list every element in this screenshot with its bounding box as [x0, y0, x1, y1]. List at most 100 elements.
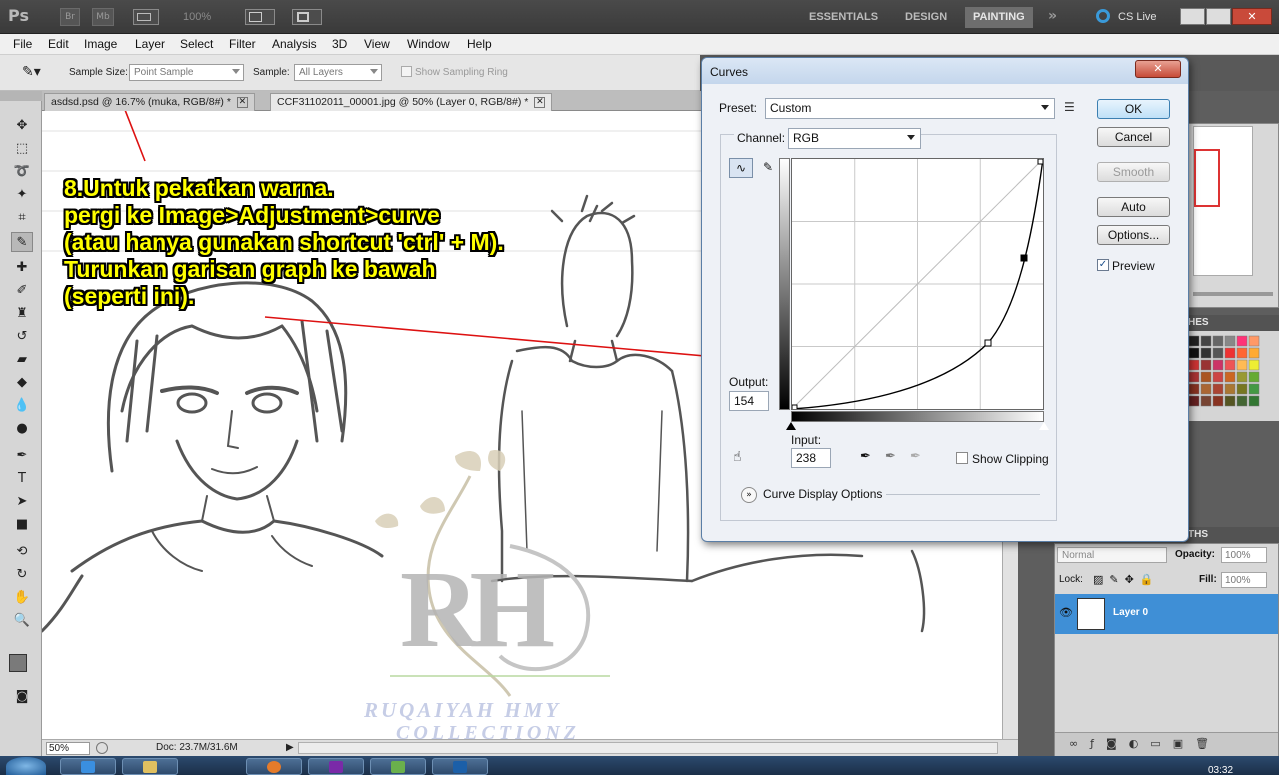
cslive-button[interactable]: CS Live	[1118, 11, 1157, 23]
auto-button[interactable]: Auto	[1097, 197, 1170, 217]
dodge-tool-icon[interactable]: ●	[11, 419, 33, 439]
menu-help[interactable]: Help	[467, 37, 492, 51]
show-clipping-checkbox[interactable]	[956, 452, 968, 464]
preview-checkbox[interactable]: ✓	[1097, 259, 1109, 271]
3d-orbit-tool-icon[interactable]: ↻	[11, 565, 33, 585]
curves-titlebar[interactable]: Curves ✕	[702, 58, 1188, 84]
blend-mode-select[interactable]: Normal	[1057, 547, 1167, 563]
zoom-tool-icon[interactable]: 🔍	[11, 611, 33, 631]
menu-analysis[interactable]: Analysis	[272, 37, 317, 51]
tab-asdsd[interactable]: asdsd.psd @ 16.7% (muka, RGB/8#) * ✕	[44, 93, 255, 111]
restore-button[interactable]	[1206, 8, 1231, 25]
lock-icons[interactable]: ▨✎✥🔒	[1093, 573, 1160, 586]
3d-rotate-tool-icon[interactable]: ⟲	[11, 542, 33, 562]
lasso-tool-icon[interactable]: ➰	[11, 162, 33, 182]
on-image-adjust-icon[interactable]: ☝	[733, 449, 742, 465]
eraser-tool-icon[interactable]: ▰	[11, 350, 33, 370]
history-brush-tool-icon[interactable]: ↺	[11, 327, 33, 347]
tab-ccf31102011[interactable]: CCF31102011_00001.jpg @ 50% (Layer 0, RG…	[270, 93, 553, 111]
black-eyedropper-icon[interactable]: ✒	[860, 449, 871, 464]
move-tool-icon[interactable]: ✥	[11, 116, 33, 136]
menu-layer[interactable]: Layer	[135, 37, 165, 51]
view-extras-button[interactable]	[133, 9, 159, 25]
black-point-slider[interactable]	[786, 422, 796, 430]
channel-select[interactable]: RGB	[788, 128, 921, 149]
taskbar-media[interactable]	[370, 758, 426, 775]
taskbar-photoshop[interactable]	[432, 758, 488, 775]
taskbar-ie[interactable]	[60, 758, 116, 775]
layer-name[interactable]: Layer 0	[1113, 607, 1148, 618]
brush-tool-icon[interactable]: ✐	[11, 281, 33, 301]
status-menu-arrow-icon[interactable]: ▶	[286, 742, 294, 753]
paths-tab[interactable]: THS	[1188, 529, 1208, 540]
clone-stamp-tool-icon[interactable]: ♜	[11, 304, 33, 324]
quick-select-tool-icon[interactable]: ✦	[11, 185, 33, 205]
horizontal-scrollbar[interactable]	[298, 742, 998, 754]
menu-edit[interactable]: Edit	[48, 37, 69, 51]
shape-tool-icon[interactable]: ■	[11, 515, 33, 535]
white-point-slider[interactable]	[1039, 422, 1049, 430]
expand-chevron-icon[interactable]: »	[741, 487, 757, 503]
show-sampling-ring-checkbox[interactable]	[401, 66, 412, 77]
pencil-draw-icon[interactable]: ✎	[757, 158, 779, 178]
more-workspaces-icon[interactable]: »	[1048, 8, 1057, 24]
pen-tool-icon[interactable]: ✒	[11, 446, 33, 466]
navigator-zoom-slider[interactable]	[1193, 292, 1273, 296]
menu-select[interactable]: Select	[180, 37, 213, 51]
menu-view[interactable]: View	[364, 37, 390, 51]
zoom-level[interactable]: 100%	[183, 11, 211, 23]
taskbar-yahoo[interactable]	[308, 758, 364, 775]
tools-panel-header[interactable]	[0, 91, 42, 101]
menu-image[interactable]: Image	[84, 37, 117, 51]
blur-tool-icon[interactable]: 💧	[11, 396, 33, 416]
workspace-design[interactable]: DESIGN	[897, 7, 955, 28]
curve-graph[interactable]	[791, 158, 1044, 411]
sample-select[interactable]: All Layers	[294, 64, 382, 81]
cancel-button[interactable]: Cancel	[1097, 127, 1170, 147]
layer-action-icons[interactable]: ∞ƒ◙◐▭▣🗑	[1069, 737, 1221, 750]
menu-filter[interactable]: Filter	[229, 37, 256, 51]
marquee-tool-icon[interactable]: ⬚	[11, 139, 33, 159]
white-eyedropper-icon[interactable]: ✒	[910, 449, 921, 464]
minibridge-button[interactable]: Mb	[92, 8, 114, 26]
status-zoom[interactable]: 50%	[46, 742, 90, 755]
hand-tool-icon[interactable]: ✋	[11, 588, 33, 608]
close-window-button[interactable]: ✕	[1232, 8, 1272, 25]
navigator-thumbnail[interactable]	[1193, 126, 1253, 276]
crop-tool-icon[interactable]: ⌗	[11, 208, 33, 228]
preset-select[interactable]: Custom	[765, 98, 1055, 119]
navigator-view-box[interactable]	[1194, 149, 1220, 207]
eye-visibility-icon[interactable]: 👁	[1059, 606, 1073, 620]
workspace-painting[interactable]: PAINTING	[965, 7, 1033, 28]
paint-bucket-tool-icon[interactable]: ◆	[11, 373, 33, 393]
options-button[interactable]: Options...	[1097, 225, 1170, 245]
foreground-color-swatch[interactable]	[9, 654, 27, 672]
menu-window[interactable]: Window	[407, 37, 450, 51]
curves-close-button[interactable]: ✕	[1135, 60, 1181, 78]
bridge-button[interactable]: Br	[60, 8, 80, 26]
layer-row[interactable]: 👁 Layer 0	[1055, 594, 1278, 634]
smooth-button[interactable]: Smooth	[1097, 162, 1170, 182]
start-button[interactable]	[6, 757, 46, 775]
ok-button[interactable]: OK	[1097, 99, 1170, 119]
opacity-field[interactable]: 100%	[1221, 547, 1267, 563]
healing-brush-tool-icon[interactable]: ✚	[11, 258, 33, 278]
menu-file[interactable]: File	[13, 37, 32, 51]
quick-mask-icon[interactable]: ◙	[11, 687, 33, 707]
minimize-button[interactable]	[1180, 8, 1205, 25]
taskbar-explorer[interactable]	[122, 758, 178, 775]
eyedropper-tool-icon[interactable]: ✎	[11, 232, 33, 252]
preset-options-icon[interactable]: ☰	[1064, 100, 1075, 114]
swatch-grid[interactable]	[1184, 331, 1279, 421]
close-tab-icon[interactable]: ✕	[236, 96, 248, 108]
curve-display-options-label[interactable]: Curve Display Options	[763, 487, 882, 501]
taskbar-firefox[interactable]	[246, 758, 302, 775]
sample-size-select[interactable]: Point Sample	[129, 64, 244, 81]
type-tool-icon[interactable]: T	[11, 469, 33, 489]
input-field[interactable]: 238	[791, 448, 831, 468]
menu-3d[interactable]: 3D	[332, 37, 347, 51]
gray-eyedropper-icon[interactable]: ✒	[885, 449, 896, 464]
status-info-icon[interactable]	[96, 742, 108, 754]
fill-field[interactable]: 100%	[1221, 572, 1267, 588]
workspace-essentials[interactable]: ESSENTIALS	[801, 7, 886, 28]
